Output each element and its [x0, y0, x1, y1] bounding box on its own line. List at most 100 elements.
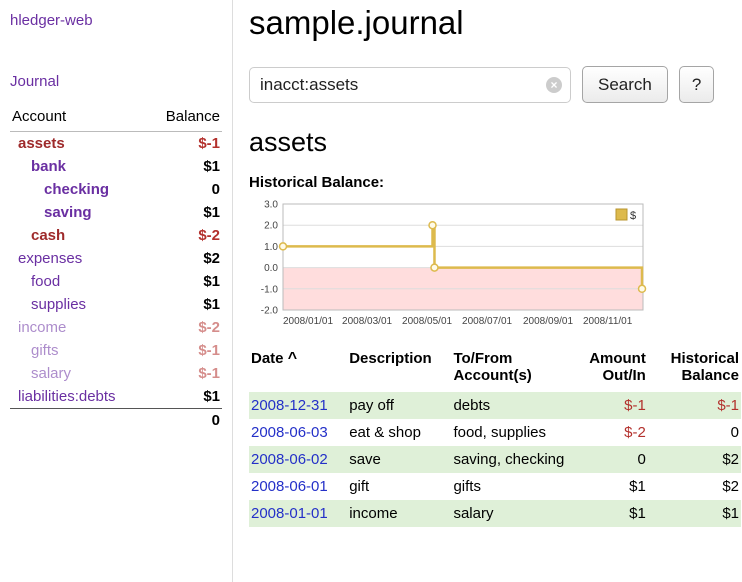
account-heading: assets: [249, 127, 741, 158]
transaction-amount: $1: [571, 500, 648, 527]
sort-asc-icon[interactable]: ^: [288, 350, 297, 367]
register-row: 2008-06-01 gift gifts $1 $2: [249, 473, 741, 500]
header-date-label: Date: [251, 350, 284, 367]
transaction-description: save: [347, 446, 451, 473]
account-link[interactable]: food: [31, 273, 60, 290]
main-content: sample.journal × Search ? assets Histori…: [233, 0, 742, 582]
transaction-description: eat & shop: [347, 419, 451, 446]
account-row: cash $-2: [10, 224, 222, 247]
svg-text:2008/01/01: 2008/01/01: [283, 316, 333, 327]
page-title: sample.journal: [249, 4, 741, 42]
account-link[interactable]: bank: [31, 158, 66, 175]
search-box: ×: [249, 67, 571, 103]
transaction-date-link[interactable]: 2008-01-01: [251, 505, 328, 522]
transaction-accounts: debts: [451, 392, 570, 419]
header-amount: Amount Out/In: [571, 348, 648, 392]
account-row: income $-2: [10, 316, 222, 339]
account-row: gifts $-1: [10, 339, 222, 362]
account-link[interactable]: salary: [31, 365, 71, 382]
historical-balance-chart: -2.0-1.00.01.02.03.02008/01/012008/03/01…: [249, 196, 653, 336]
account-balance: $-2: [147, 316, 222, 339]
svg-text:2008/07/01: 2008/07/01: [462, 316, 512, 327]
svg-text:2008/09/01: 2008/09/01: [523, 316, 573, 327]
header-historical-balance: Historical Balance: [648, 348, 741, 392]
account-link[interactable]: checking: [44, 181, 109, 198]
account-link[interactable]: supplies: [31, 296, 86, 313]
account-link[interactable]: expenses: [18, 250, 82, 267]
register-header-row: Date ^ Description To/From Account(s) Am…: [249, 348, 741, 392]
transaction-date-link[interactable]: 2008-12-31: [251, 397, 328, 414]
account-balance: $1: [147, 293, 222, 316]
transaction-accounts: gifts: [451, 473, 570, 500]
transaction-description: gift: [347, 473, 451, 500]
account-balance: $-2: [147, 224, 222, 247]
svg-text:$: $: [630, 210, 636, 222]
svg-text:-2.0: -2.0: [261, 306, 279, 317]
register-row: 2008-12-31 pay off debts $-1 $-1: [249, 392, 741, 419]
search-input[interactable]: [249, 67, 571, 103]
header-description: Description: [347, 348, 451, 392]
chart-title: Historical Balance:: [249, 174, 741, 191]
transaction-amount: $-2: [571, 419, 648, 446]
transaction-accounts: saving, checking: [451, 446, 570, 473]
app-title-link[interactable]: hledger-web: [10, 12, 222, 29]
transaction-date-link[interactable]: 2008-06-03: [251, 424, 328, 441]
register-row: 2008-06-03 eat & shop food, supplies $-2…: [249, 419, 741, 446]
transaction-description: income: [347, 500, 451, 527]
svg-text:0.0: 0.0: [264, 263, 278, 274]
search-bar: × Search ?: [249, 66, 741, 103]
account-link[interactable]: cash: [31, 227, 65, 244]
account-balance: $-1: [147, 132, 222, 156]
account-row: bank $1: [10, 155, 222, 178]
help-button[interactable]: ?: [679, 66, 714, 103]
register-table: Date ^ Description To/From Account(s) Am…: [249, 348, 741, 527]
account-balance: $2: [147, 247, 222, 270]
transaction-date-link[interactable]: 2008-06-01: [251, 478, 328, 495]
account-balance: $1: [147, 385, 222, 409]
accounts-header-balance: Balance: [147, 106, 222, 132]
accounts-header-account: Account: [10, 106, 147, 132]
account-link[interactable]: saving: [44, 204, 92, 221]
transaction-amount: $-1: [571, 392, 648, 419]
account-link[interactable]: income: [18, 319, 66, 336]
account-row: saving $1: [10, 201, 222, 224]
account-row: food $1: [10, 270, 222, 293]
transaction-balance: 0: [648, 419, 741, 446]
account-row: expenses $2: [10, 247, 222, 270]
account-balance: 0: [147, 178, 222, 201]
account-balance: $1: [147, 270, 222, 293]
register-row: 2008-01-01 income salary $1 $1: [249, 500, 741, 527]
transaction-amount: 0: [571, 446, 648, 473]
nav-journal-link[interactable]: Journal: [10, 73, 222, 90]
svg-text:2.0: 2.0: [264, 221, 278, 232]
account-balance: $-1: [147, 339, 222, 362]
transaction-balance: $2: [648, 446, 741, 473]
account-row: supplies $1: [10, 293, 222, 316]
register-row: 2008-06-02 save saving, checking 0 $2: [249, 446, 741, 473]
transaction-balance: $1: [648, 500, 741, 527]
account-link[interactable]: gifts: [31, 342, 59, 359]
svg-text:3.0: 3.0: [264, 200, 278, 211]
accounts-header-row: Account Balance: [10, 106, 222, 132]
transaction-accounts: food, supplies: [451, 419, 570, 446]
account-balance: $1: [147, 155, 222, 178]
account-balance: $-1: [147, 362, 222, 385]
svg-text:2008/11/01: 2008/11/01: [583, 316, 633, 327]
accounts-total-row: 0: [10, 409, 222, 433]
transaction-description: pay off: [347, 392, 451, 419]
account-link[interactable]: assets: [18, 135, 65, 152]
transaction-balance: $-1: [648, 392, 741, 419]
transaction-accounts: salary: [451, 500, 570, 527]
svg-text:-1.0: -1.0: [261, 284, 279, 295]
transaction-balance: $2: [648, 473, 741, 500]
account-row: salary $-1: [10, 362, 222, 385]
svg-text:2008/05/01: 2008/05/01: [402, 316, 452, 327]
svg-text:2008/03/01: 2008/03/01: [342, 316, 392, 327]
transaction-date-link[interactable]: 2008-06-02: [251, 451, 328, 468]
clear-search-icon[interactable]: ×: [546, 77, 562, 93]
account-link[interactable]: liabilities:debts: [18, 388, 116, 405]
search-button[interactable]: Search: [582, 66, 668, 103]
account-row: assets $-1: [10, 132, 222, 156]
account-row: liabilities:debts $1: [10, 385, 222, 409]
account-balance: $1: [147, 201, 222, 224]
